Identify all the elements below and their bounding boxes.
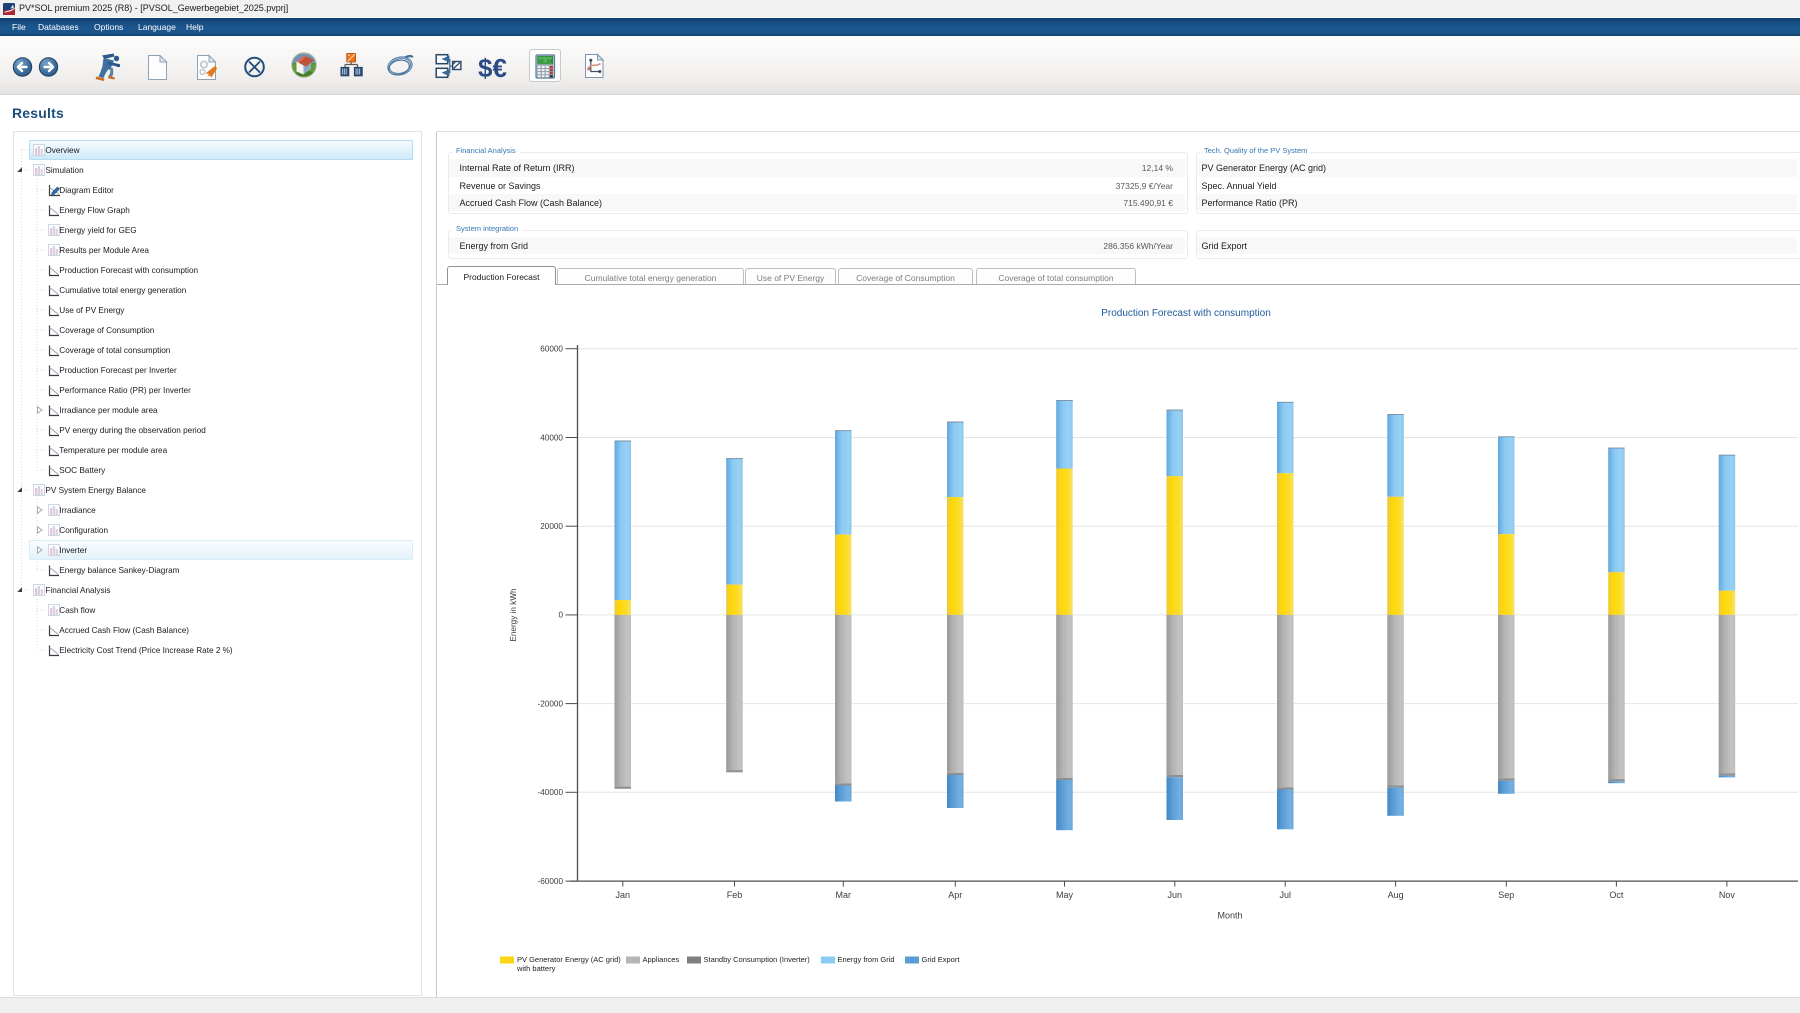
svg-text:-20000: -20000 (538, 699, 564, 708)
svg-text:20000: 20000 (540, 522, 563, 531)
svg-text:32.24: 32.24 (538, 58, 553, 64)
svg-text:0: 0 (558, 611, 563, 620)
svg-text:40000: 40000 (540, 433, 563, 442)
svg-text:Sep: Sep (1498, 890, 1514, 900)
svg-text:Mar: Mar (836, 890, 852, 900)
svg-text:Jul: Jul (1279, 890, 1291, 900)
svg-text:Oct: Oct (1609, 890, 1624, 900)
svg-text:Month: Month (1217, 911, 1242, 921)
svg-text:60000: 60000 (540, 345, 563, 354)
svg-text:Standby Consumption (Inverter): Standby Consumption (Inverter) (704, 955, 811, 964)
svg-text:-40000: -40000 (538, 788, 564, 797)
svg-text:Feb: Feb (727, 890, 743, 900)
svg-text:-60000: -60000 (538, 877, 564, 886)
svg-text:with battery: with battery (516, 964, 556, 973)
svg-text:$€: $€ (478, 53, 507, 83)
svg-text:Nov: Nov (1719, 890, 1736, 900)
svg-text:Jan: Jan (616, 890, 631, 900)
svg-text:Production Forecast with consu: Production Forecast with consumption (1101, 308, 1271, 319)
svg-text:Energy from Grid: Energy from Grid (838, 955, 895, 964)
svg-text:Appliances: Appliances (643, 955, 680, 964)
svg-text:Energy in kWh: Energy in kWh (509, 588, 518, 642)
svg-text:Jun: Jun (1168, 890, 1183, 900)
svg-text:Grid Export: Grid Export (922, 955, 961, 964)
svg-text:Aug: Aug (1388, 890, 1404, 900)
svg-text:Apr: Apr (948, 890, 962, 900)
svg-text:PV Generator Energy (AC grid): PV Generator Energy (AC grid) (517, 955, 621, 964)
svg-text:May: May (1056, 890, 1074, 900)
